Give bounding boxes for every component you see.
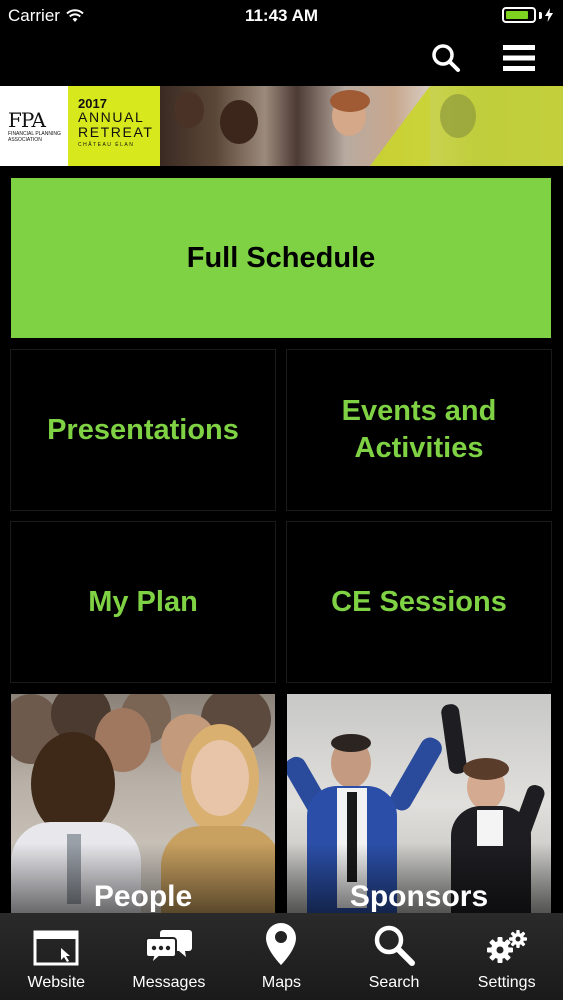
- tab-search[interactable]: Search: [338, 913, 451, 1000]
- gears-icon: [486, 930, 527, 963]
- events-activities-tile[interactable]: Events and Activities: [286, 349, 552, 511]
- event-title-line2: RETREAT: [78, 124, 154, 140]
- tab-search-label: Search: [368, 974, 420, 991]
- fpa-logo: FPA Financial Planning Association: [0, 86, 68, 166]
- search-icon: [374, 925, 416, 966]
- banner-photo: [160, 86, 563, 166]
- search-icon: [432, 44, 460, 72]
- event-title-line1: ANNUAL: [78, 109, 145, 125]
- my-plan-label: My Plan: [88, 585, 198, 618]
- events-label-line2: Activities: [354, 432, 484, 464]
- people-label: People: [93, 880, 193, 913]
- event-venue: CHÂTEAU ÉLAN: [78, 142, 135, 148]
- browser-window-icon: [33, 930, 79, 966]
- chat-bubbles-icon: [144, 930, 192, 966]
- fpa-logo-subtitle: Financial Planning Association: [8, 131, 61, 143]
- sponsors-label: Sponsors: [349, 880, 489, 913]
- ce-sessions-tile[interactable]: CE Sessions: [286, 521, 552, 683]
- tab-maps[interactable]: Maps: [225, 913, 338, 1000]
- map-pin-icon: [266, 923, 297, 965]
- status-bar: Carrier 11:43 AM: [0, 0, 563, 32]
- event-title-block: 2017 ANNUAL RETREAT CHÂTEAU ÉLAN: [68, 86, 160, 166]
- full-schedule-tile[interactable]: Full Schedule: [11, 178, 551, 338]
- tab-website[interactable]: Website: [0, 913, 113, 1000]
- search-button[interactable]: [426, 38, 466, 78]
- tab-maps-label: Maps: [261, 974, 302, 991]
- events-label-line1: Events and: [341, 395, 497, 427]
- presentations-label: Presentations: [47, 413, 239, 446]
- battery-indicator: [502, 7, 553, 23]
- people-tile[interactable]: People: [11, 694, 275, 913]
- tab-settings[interactable]: Settings: [450, 913, 563, 1000]
- battery-level: [506, 11, 529, 19]
- ce-sessions-label: CE Sessions: [331, 585, 507, 618]
- tab-messages-label: Messages: [132, 974, 206, 991]
- tab-settings-label: Settings: [477, 974, 536, 991]
- tab-website-label: Website: [27, 974, 86, 991]
- nav-bar: [0, 32, 563, 86]
- menu-button[interactable]: [499, 38, 539, 78]
- full-schedule-label: Full Schedule: [186, 241, 376, 274]
- fpa-logo-text: FPA: [8, 108, 46, 132]
- presentations-tile[interactable]: Presentations: [10, 349, 276, 511]
- tab-messages[interactable]: Messages: [113, 913, 226, 1000]
- tab-bar: Website Messages Maps Search Settings: [0, 913, 563, 1000]
- my-plan-tile[interactable]: My Plan: [10, 521, 276, 683]
- sponsors-tile[interactable]: Sponsors: [287, 694, 551, 913]
- hamburger-menu-icon: [503, 45, 535, 71]
- status-time: 11:43 AM: [244, 6, 319, 25]
- event-banner: FPA Financial Planning Association 2017 …: [0, 86, 563, 166]
- charging-bolt-icon: [545, 8, 553, 22]
